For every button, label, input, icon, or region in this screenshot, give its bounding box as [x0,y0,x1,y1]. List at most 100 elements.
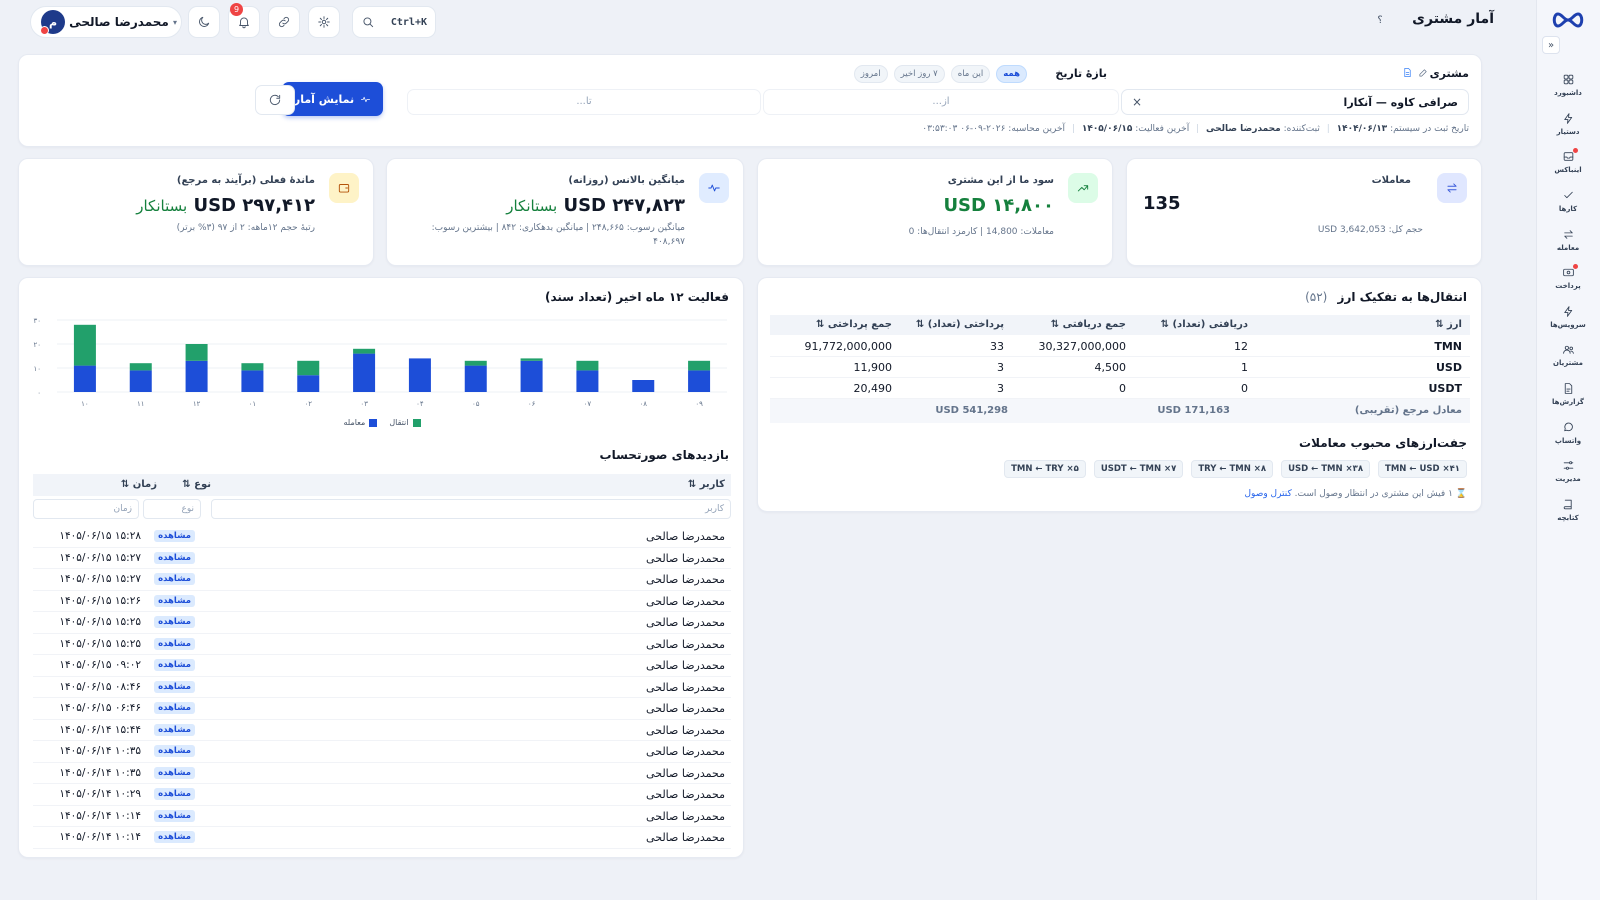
sidebar-item-book[interactable]: کتابچه [1536,491,1600,530]
pair-chip: USDT ← TMN ×۷ [1093,460,1184,478]
range-chip-7-days[interactable]: ۷ روز اخیر [893,65,945,83]
balance-status: بستانکار [506,197,558,215]
avatar: م [40,10,65,35]
sidebar-collapse-button[interactable]: « [1542,36,1560,54]
bar-trade[interactable] [408,358,431,392]
sidebar-item-settings[interactable]: مدیریت [1536,452,1600,491]
sidebar-item-check[interactable]: کارها [1536,182,1600,221]
sidebar-item-label: اینباکس [1554,166,1582,175]
filter-user-input[interactable]: کاربر [211,499,731,519]
bar-trade[interactable] [73,365,96,392]
bar-trade[interactable] [353,353,376,392]
stat-value-line: USD ۲۴۷,۸۲۳ بستانکار [506,195,685,216]
notifications-button[interactable]: 9 [228,3,260,38]
range-chip-this-month[interactable]: این ماه [950,65,991,83]
visit-user: محمدرضا صالحی [646,616,725,629]
document-icon[interactable] [1402,67,1413,78]
visit-user: محمدرضا صالحی [646,723,725,737]
help-button[interactable]: ؟ [1372,13,1388,29]
wallet-icon [329,173,359,203]
search-button[interactable]: Ctrl+K [352,6,436,38]
pair-chip: USD ← TMN ×۳۸ [1281,460,1371,478]
bar-trade[interactable] [576,370,599,392]
bar-transfer[interactable] [241,363,264,371]
edit-icon[interactable] [1418,67,1429,78]
stat-sub: میانگین رسوب: ۲۴۸,۶۶۵ | میانگین بدهکاری:… [431,223,685,233]
sidebar-item-chat[interactable]: واتساپ [1536,413,1600,452]
col-header-currency[interactable]: ارز ⇅ [1435,319,1462,330]
theme-toggle-button[interactable] [188,6,220,38]
x-tick-label: ۰۹ [695,400,703,408]
show-stats-button[interactable]: نمایش آمار [282,82,383,116]
bar-trade[interactable] [185,360,208,392]
legend-item-trade: معامله [344,418,378,427]
bar-transfer[interactable] [464,360,487,366]
bar-transfer[interactable] [297,360,320,376]
stat-value-line: USD ۲۹۷,۴۱۲ بستانکار [136,195,315,216]
currency-count: (۵۲) [1305,290,1328,304]
creator-label: ثبت‌کننده: [1283,124,1320,134]
bar-transfer[interactable] [353,348,376,354]
bar-trade[interactable] [241,370,264,392]
col-header-received-sum[interactable]: جمع دریافتی ⇅ [1051,319,1126,330]
stat-value: USD ۱۴,۸۰۰ [943,195,1054,216]
bar-transfer[interactable] [576,360,599,371]
notification-dot [1573,263,1578,269]
sidebar-item-users[interactable]: مشتریان [1536,336,1600,375]
bar-transfer[interactable] [520,358,543,361]
meta-separator: | [1071,124,1075,134]
receipt-note: ⌛ ۱ فیش این مشتری در انتظار وصول است. کن… [1245,489,1468,499]
settings-icon [1562,459,1575,472]
app-logo[interactable] [1550,8,1586,32]
range-chip-today[interactable]: امروز [853,65,888,83]
col-header-time[interactable]: زمان ⇅ [121,479,157,490]
currency-code: USDT [1428,382,1463,395]
visits-title: بازدیدهای صورتحساب [599,448,729,462]
bar-trade[interactable] [129,370,152,392]
sidebar-item-inbox[interactable]: اینباکس [1536,143,1600,182]
col-header-paid-sum[interactable]: جمع پرداختی ⇅ [816,319,892,330]
sidebar-item-report[interactable]: گزارش‌ها [1536,375,1600,414]
received-sum: 0 [1119,382,1126,395]
report-icon [1562,382,1575,395]
bar-transfer[interactable] [129,363,152,371]
receipt-control-link[interactable]: کنترل وصول [1245,489,1292,499]
link-button[interactable] [268,6,300,38]
filter-time-input[interactable]: زمان [33,499,139,519]
sidebar-item-grid[interactable]: داشبورد [1536,66,1600,105]
col-header-type[interactable]: نوع ⇅ [182,479,211,490]
bar-trade[interactable] [464,365,487,392]
refresh-button[interactable] [255,85,295,115]
visit-type-badge: مشاهده [154,573,195,585]
show-stats-label: نمایش آمار [293,92,355,106]
stat-card-trades: معاملات 135 حجم کل: 3,642,053 USD [1126,158,1482,266]
sidebar-item-payment[interactable]: پرداخت [1536,259,1600,298]
user-menu[interactable]: ▾ محمدرضا صالحی م [30,6,182,38]
date-from-input[interactable]: از... [763,89,1119,115]
bar-trade[interactable] [632,380,655,392]
filter-type-input[interactable]: نوع [143,499,201,519]
col-header-received-count[interactable]: دریافتی (تعداد) ⇅ [1161,319,1248,330]
bar-transfer[interactable] [688,360,711,371]
range-chip-all[interactable]: همه [996,65,1027,83]
bar-transfer[interactable] [73,324,96,366]
bar-trade[interactable] [297,375,320,392]
sidebar-item-bolt[interactable]: دستیار [1536,105,1600,144]
notification-badge: 9 [230,3,243,16]
bar-transfer[interactable] [185,344,208,361]
bar-trade[interactable] [688,370,711,392]
paid-count: 33 [990,340,1004,353]
date-to-input[interactable]: تا... [407,89,761,115]
pairs-list: TMN ← USD ×۴۱ USD ← TMN ×۳۸ TRY ← TMN ×۸… [1004,460,1467,478]
clear-icon[interactable]: × [1132,95,1142,109]
sidebar-item-swap[interactable]: معامله [1536,220,1600,259]
sidebar-item-service[interactable]: سرویس‌ها [1536,298,1600,337]
bar-trade[interactable] [520,360,543,392]
customer-select[interactable]: صرافی کاوه — آنکارا × [1121,89,1469,115]
visit-user: محمدرضا صالحی [646,831,725,844]
col-header-paid-count[interactable]: پرداختی (تعداد) ⇅ [916,319,1004,330]
settings-button[interactable] [308,6,340,38]
visit-time: ۱۴۰۵/۰۶/۱۵ ۰۹:۰۲ [59,659,141,671]
col-header-user[interactable]: کاربر ⇅ [688,479,725,490]
visit-type-badge: مشاهده [154,809,195,822]
